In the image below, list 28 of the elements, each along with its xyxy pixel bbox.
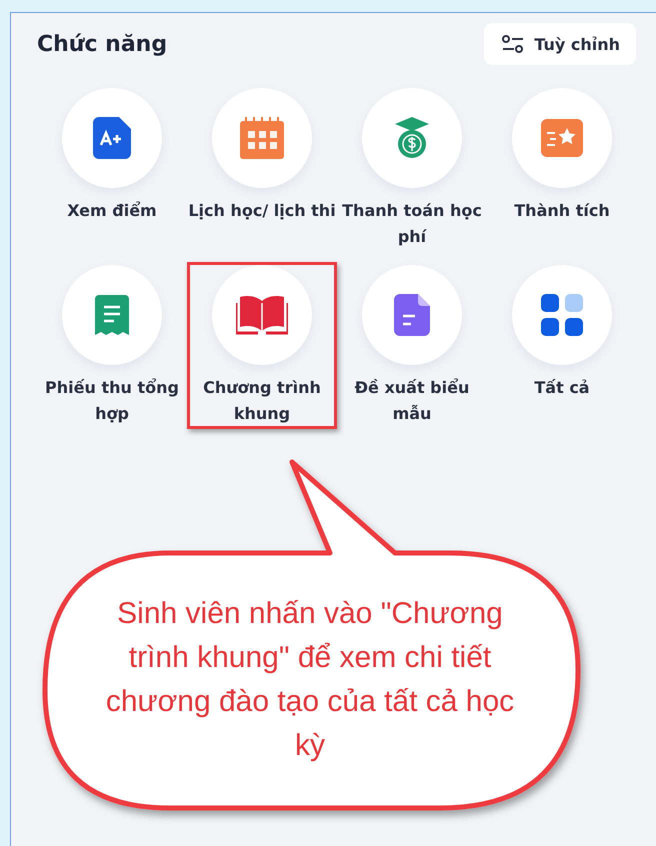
function-tile[interactable]: Đề xuất biểu mẫu — [337, 262, 487, 429]
calendar-icon — [240, 117, 284, 159]
function-label: Tất cả — [533, 377, 591, 399]
open-book-icon — [236, 295, 288, 335]
function-label: Xem điểm — [66, 200, 158, 222]
document-icon — [394, 294, 430, 336]
grade-document-icon — [93, 117, 131, 159]
function-label: Lịch học/ lịch thi — [187, 200, 337, 222]
grid-icon — [541, 294, 583, 336]
function-tile[interactable]: Xem điểm — [37, 85, 187, 252]
star-card-icon — [541, 119, 583, 157]
function-label: Thanh toán học phí — [341, 200, 483, 248]
customize-button[interactable]: Tuỳ chỉnh — [484, 23, 636, 65]
panel-title: Chức năng — [37, 32, 168, 56]
callout-text: Sinh viên nhấn vào "Chương trình khung" để xem chi tiết chương đào tạo của tất cả học kỳ — [104, 596, 516, 764]
function-tile[interactable]: Thành tích — [487, 85, 637, 252]
function-tile[interactable]: Tất cả — [487, 262, 637, 429]
receipt-icon — [95, 295, 129, 335]
function-label: Chương trình khung — [202, 377, 322, 425]
function-tile[interactable]: Chương trình khung — [187, 262, 337, 429]
sliders-icon — [502, 35, 524, 53]
function-label: Đề xuất biểu mẫu — [354, 377, 470, 425]
function-tile[interactable]: Thanh toán học phí — [337, 85, 487, 252]
function-tile[interactable]: Lịch học/ lịch thi — [187, 85, 337, 252]
function-label: Phiếu thu tổng hợp — [44, 377, 180, 425]
function-label: Thành tích — [513, 200, 611, 222]
graduation-coin-icon — [395, 117, 429, 159]
function-tile[interactable]: Phiếu thu tổng hợp — [37, 262, 187, 429]
